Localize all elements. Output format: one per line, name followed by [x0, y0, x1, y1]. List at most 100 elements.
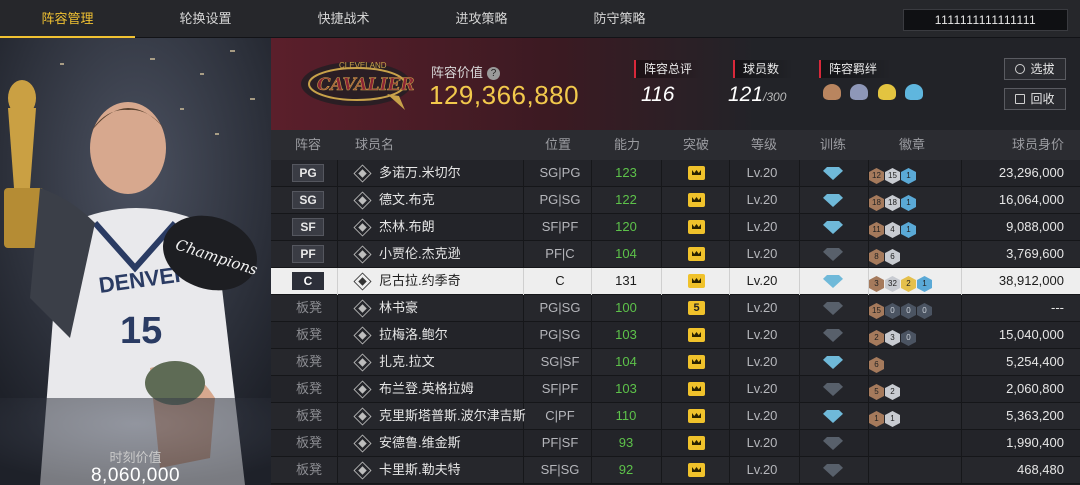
badge-group[interactable]: 6	[869, 354, 885, 373]
training-gem-icon[interactable]	[823, 221, 843, 234]
player-count-label: 球员数	[733, 60, 793, 78]
badge-group[interactable]: 3 32 2 1	[869, 273, 933, 292]
column-divider	[661, 403, 662, 430]
table-header: 阵容 球员名 位置 能力 突破 等级 训练 徽章 球员身价	[271, 130, 1080, 160]
player-salary: 15,040,000	[998, 327, 1064, 342]
column-divider	[591, 214, 592, 241]
player-level: Lv.20	[746, 435, 778, 450]
column-divider	[591, 349, 592, 376]
player-salary: 468,480	[1017, 462, 1064, 477]
training-gem-icon[interactable]	[823, 302, 843, 315]
badge-group[interactable]: 11	[869, 408, 901, 427]
header-position[interactable]: 位置	[545, 130, 571, 160]
column-divider	[337, 349, 338, 376]
breakthrough-crown-icon[interactable]	[688, 220, 705, 234]
training-gem-icon[interactable]	[823, 167, 843, 180]
tab-offense-strategy[interactable]: 进攻策略	[414, 0, 549, 38]
bond-gold-icon[interactable]	[877, 84, 896, 100]
column-divider	[729, 160, 730, 187]
training-gem-icon[interactable]	[823, 275, 843, 288]
breakthrough-crown-icon[interactable]	[688, 409, 705, 423]
table-row[interactable]: 板凳 卡里斯.勒夫特 SF|SG 92 Lv.20 468,480	[271, 457, 1080, 484]
player-position: PG|SG	[539, 327, 581, 342]
training-gem-icon[interactable]	[823, 410, 843, 423]
column-divider	[661, 187, 662, 214]
table-row[interactable]: SG 德文.布克 PG|SG 122 Lv.20 18 18 1 16,064,000	[271, 187, 1080, 214]
breakthrough-crown-icon[interactable]	[688, 274, 705, 288]
bond-blue-icon[interactable]	[905, 84, 924, 100]
table-row[interactable]: PF 小贾伦.杰克逊 PF|C 104 Lv.20 8 6 3,769,600	[271, 241, 1080, 268]
lineup-slot-tag: SF	[292, 218, 324, 236]
badge-group[interactable]: 86	[869, 246, 901, 265]
header-badges[interactable]: 徽章	[899, 130, 925, 160]
badge-group[interactable]: 230	[869, 327, 917, 346]
tab-defense-strategy[interactable]: 防守策略	[552, 0, 687, 38]
training-gem-icon[interactable]	[823, 329, 843, 342]
header-ability[interactable]: 能力	[614, 130, 640, 160]
column-divider	[729, 214, 730, 241]
badge-bronze-icon: 1	[869, 411, 884, 427]
table-row[interactable]: 板凳 安德鲁.维金斯 PF|SF 93 Lv.20 1,990,400	[271, 430, 1080, 457]
select-button[interactable]: 选拔	[1004, 58, 1066, 80]
table-row[interactable]: 板凳 克里斯塔普斯.波尔津吉斯 C|PF 110 Lv.20 1 1 5,363,200	[271, 403, 1080, 430]
header-breakthrough[interactable]: 突破	[683, 130, 709, 160]
account-field[interactable]: 1111111111111111	[903, 9, 1068, 31]
training-gem-icon[interactable]	[823, 356, 843, 369]
training-gem-icon[interactable]	[823, 437, 843, 450]
header-training[interactable]: 训练	[820, 130, 846, 160]
bench-label: 板凳	[296, 327, 323, 342]
breakthrough-crown-icon[interactable]	[688, 463, 705, 477]
header-level[interactable]: 等级	[751, 130, 777, 160]
header-salary[interactable]: 球员身价	[1012, 130, 1064, 160]
table-row[interactable]: PG 多诺万.米切尔 SG|PG 123 Lv.20 12 15 1 23,296,000	[271, 160, 1080, 187]
breakthrough-crown-icon[interactable]	[688, 166, 705, 180]
training-gem-icon[interactable]	[823, 248, 843, 261]
player-card-icon	[353, 191, 372, 210]
player-position: PF|SF	[541, 435, 579, 450]
tab-quick-tactics[interactable]: 快捷战术	[276, 0, 411, 38]
lineup-value: 129,366,880	[429, 80, 580, 110]
overall-value: 116	[641, 83, 675, 106]
column-divider	[337, 376, 338, 403]
breakthrough-crown-icon[interactable]	[688, 193, 705, 207]
lineup-value-label: 阵容价值?	[431, 62, 501, 81]
badge-group[interactable]: 52	[869, 381, 901, 400]
table-row[interactable]: 板凳 拉梅洛.鲍尔 PG|SG 103 Lv.20 2 3 0 15,040,000	[271, 322, 1080, 349]
badge-group[interactable]: 12 15 1	[869, 165, 917, 184]
column-divider	[729, 349, 730, 376]
table-row[interactable]: 板凳 扎克.拉文 SG|SF 104 Lv.20 6 5,254,400	[271, 349, 1080, 376]
bond-bronze-icon[interactable]	[823, 84, 841, 100]
help-icon[interactable]: ?	[487, 67, 501, 81]
badge-group[interactable]: 15 0 0 0	[869, 300, 933, 319]
breakthrough-crown-icon[interactable]	[688, 382, 705, 396]
breakthrough-crown-icon[interactable]	[688, 328, 705, 342]
badge-group[interactable]: 11 4 1	[869, 219, 917, 238]
breakthrough-crown-icon[interactable]	[688, 436, 705, 450]
training-gem-icon[interactable]	[823, 383, 843, 396]
training-gem-icon[interactable]	[823, 194, 843, 207]
table-row[interactable]: 板凳 林书豪 PG|SG 100 5 Lv.20 15 0 0 0 ---	[271, 295, 1080, 322]
player-position: SF|PF	[541, 381, 579, 396]
bond-silver-icon[interactable]	[850, 84, 869, 100]
breakthrough-crown-icon[interactable]	[688, 247, 705, 261]
breakthrough-level-badge[interactable]: 5	[688, 301, 705, 315]
column-divider	[523, 376, 524, 403]
table-row[interactable]: SF 杰林.布朗 SF|PF 120 Lv.20 11 4 1 9,088,000	[271, 214, 1080, 241]
tab-rotation-settings[interactable]: 轮换设置	[138, 0, 273, 38]
player-card-icon	[353, 380, 372, 399]
badge-silver-icon: 18	[885, 195, 900, 211]
badge-group[interactable]: 18 18 1	[869, 192, 917, 211]
breakthrough-crown-icon[interactable]	[688, 355, 705, 369]
player-level: Lv.20	[746, 246, 778, 261]
bond-icons[interactable]	[823, 84, 928, 105]
table-row[interactable]: C 尼古拉.约季奇 C 131 Lv.20 3 32 2 1 38,912,000	[271, 268, 1080, 295]
header-name[interactable]: 球员名	[355, 130, 394, 160]
column-divider	[799, 295, 800, 322]
tab-lineup-management[interactable]: 阵容管理	[0, 0, 135, 38]
player-name: 卡里斯.勒夫特	[379, 462, 461, 477]
recycle-button[interactable]: 回收	[1004, 88, 1066, 110]
training-gem-icon[interactable]	[823, 464, 843, 477]
table-row[interactable]: 板凳 布兰登.英格拉姆 SF|PF 103 Lv.20 5 2 2,060,800	[271, 376, 1080, 403]
header-lineup[interactable]: 阵容	[295, 130, 321, 160]
player-ability: 131	[615, 273, 637, 288]
